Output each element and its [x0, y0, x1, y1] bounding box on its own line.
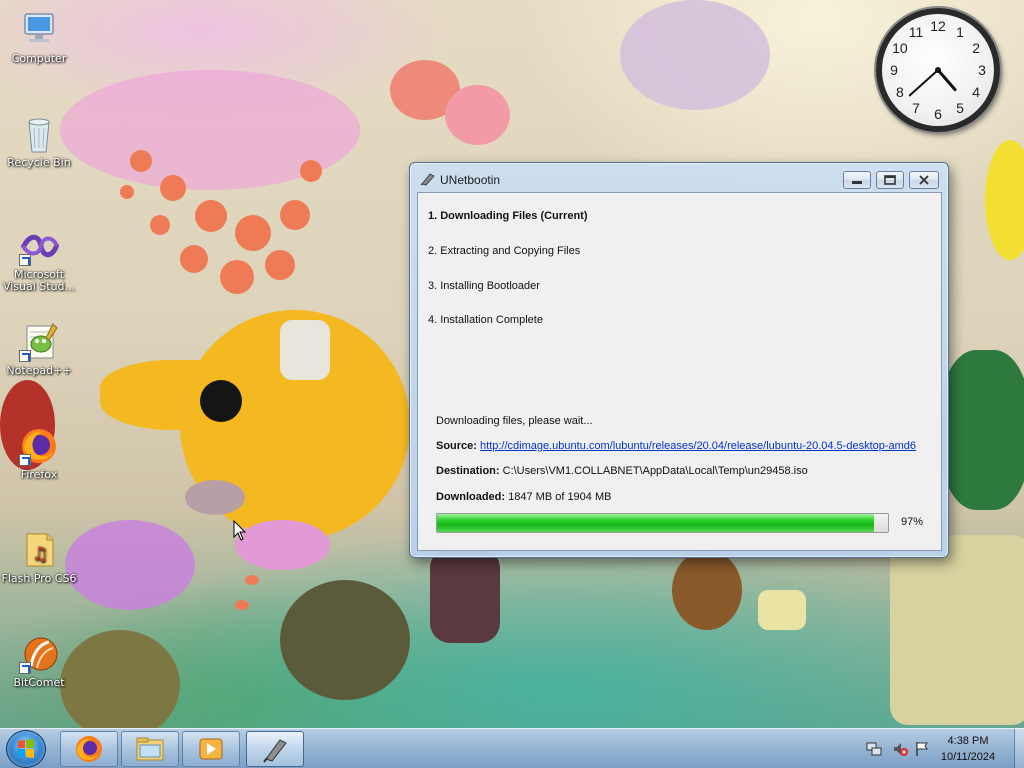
shortcut-arrow-icon [19, 454, 31, 466]
source-row: Source: http://cdimage.ubuntu.com/lubunt… [436, 440, 916, 452]
step-downloading-files: 1. Downloading Files (Current) [428, 210, 588, 222]
clock-minute-hand [908, 69, 939, 97]
source-url-link[interactable]: http://cdimage.ubuntu.com/lubuntu/releas… [480, 440, 916, 452]
shortcut-arrow-icon [19, 350, 31, 362]
taskbar-firefox-button[interactable] [60, 731, 118, 767]
title-bar[interactable]: UNetbootin [410, 163, 948, 193]
recycle-bin-icon [19, 114, 59, 154]
windows-logo-icon [18, 739, 34, 758]
network-icon[interactable] [866, 741, 882, 757]
desktop-icon-firefox[interactable]: Firefox [1, 426, 77, 481]
maximize-icon [884, 175, 896, 185]
bitcomet-icon [19, 634, 59, 674]
window-title: UNetbootin [440, 173, 501, 187]
shortcut-arrow-icon [19, 254, 31, 266]
source-label: Source: [436, 440, 477, 452]
desktop-icon-notepad-plus-plus[interactable]: Notepad++ [1, 322, 77, 377]
destination-row: Destination: C:\Users\VM1.COLLABNET\AppD… [436, 465, 808, 477]
window-content: 1. Downloading Files (Current) 2. Extrac… [417, 192, 942, 551]
computer-icon [19, 10, 59, 50]
unetbootin-icon [263, 739, 287, 763]
clock-gadget[interactable]: 12 1 2 3 4 5 6 7 8 9 10 11 [876, 8, 1000, 132]
shortcut-arrow-icon [19, 662, 31, 674]
taskbar-explorer-button[interactable] [121, 731, 179, 767]
flash-pro-icon: ♫ [19, 530, 59, 570]
unetbootin-app-icon [420, 173, 435, 186]
start-button[interactable] [6, 730, 46, 768]
volume-muted-icon[interactable] [892, 741, 908, 757]
notepad-plus-plus-icon [19, 322, 59, 362]
downloaded-row: Downloaded: 1847 MB of 1904 MB [436, 491, 611, 503]
minimize-icon [852, 181, 862, 184]
tray-clock-date[interactable]: 10/11/2024 [928, 751, 1008, 763]
show-desktop-button[interactable] [1014, 729, 1024, 768]
desktop-icon-recycle-bin[interactable]: Recycle Bin [1, 114, 77, 169]
status-text: Downloading files, please wait... [436, 415, 593, 427]
step-installing-bootloader: 3. Installing Bootloader [428, 280, 540, 292]
taskbar-unetbootin-button[interactable] [246, 731, 304, 767]
clock-hands [908, 67, 957, 97]
desktop-icon-label: Computer [11, 52, 67, 65]
desktop-icon-label: Microsoft Visual Stud... [2, 268, 76, 293]
desktop-icon-label: Recycle Bin [7, 156, 71, 169]
step-installation-complete: 4. Installation Complete [428, 314, 543, 326]
desktop-icon-computer[interactable]: Computer [1, 10, 77, 65]
mouse-cursor-icon [233, 520, 247, 541]
taskbar-media-player-button[interactable] [182, 731, 240, 767]
progress-fill [437, 514, 875, 532]
destination-path: C:\Users\VM1.COLLABNET\AppData\Local\Tem… [502, 465, 808, 477]
visual-studio-icon [19, 226, 60, 266]
firefox-icon [76, 736, 102, 762]
tray-clock-time[interactable]: 4:38 PM [928, 735, 1008, 747]
progress-percent: 97% [901, 516, 924, 528]
desktop-icon-bitcomet[interactable]: BitComet [1, 634, 77, 689]
taskbar: 4:38 PM 10/11/2024 [0, 728, 1024, 768]
desktop-icon-visual-studio[interactable]: Microsoft Visual Stud... [1, 226, 77, 293]
desktop-icon-label: Firefox [20, 468, 58, 481]
desktop-icon-label: Notepad++ [6, 364, 72, 377]
desktop-icon-label: Flash Pro CS6 [1, 572, 77, 585]
downloaded-value: 1847 MB of 1904 MB [508, 491, 612, 503]
media-player-icon [199, 738, 223, 760]
destination-label: Destination: [436, 465, 500, 477]
downloaded-label: Downloaded: [436, 491, 506, 503]
unetbootin-window[interactable]: UNetbootin 1. Downloading Files (Current… [409, 162, 949, 558]
firefox-icon [19, 426, 59, 466]
minimize-button[interactable] [843, 171, 871, 189]
windows-explorer-icon [136, 737, 164, 761]
desktop-icon-label: BitComet [13, 676, 65, 689]
download-progress-bar [436, 513, 889, 533]
step-extracting-files: 2. Extracting and Copying Files [428, 245, 581, 257]
svg-text:♫: ♫ [32, 544, 48, 565]
maximize-button[interactable] [876, 171, 904, 189]
clock-hour-hand [936, 68, 957, 92]
close-button[interactable] [909, 171, 939, 189]
close-icon [919, 175, 929, 185]
desktop-icon-flash-pro[interactable]: ♫ Flash Pro CS6 [1, 530, 77, 585]
